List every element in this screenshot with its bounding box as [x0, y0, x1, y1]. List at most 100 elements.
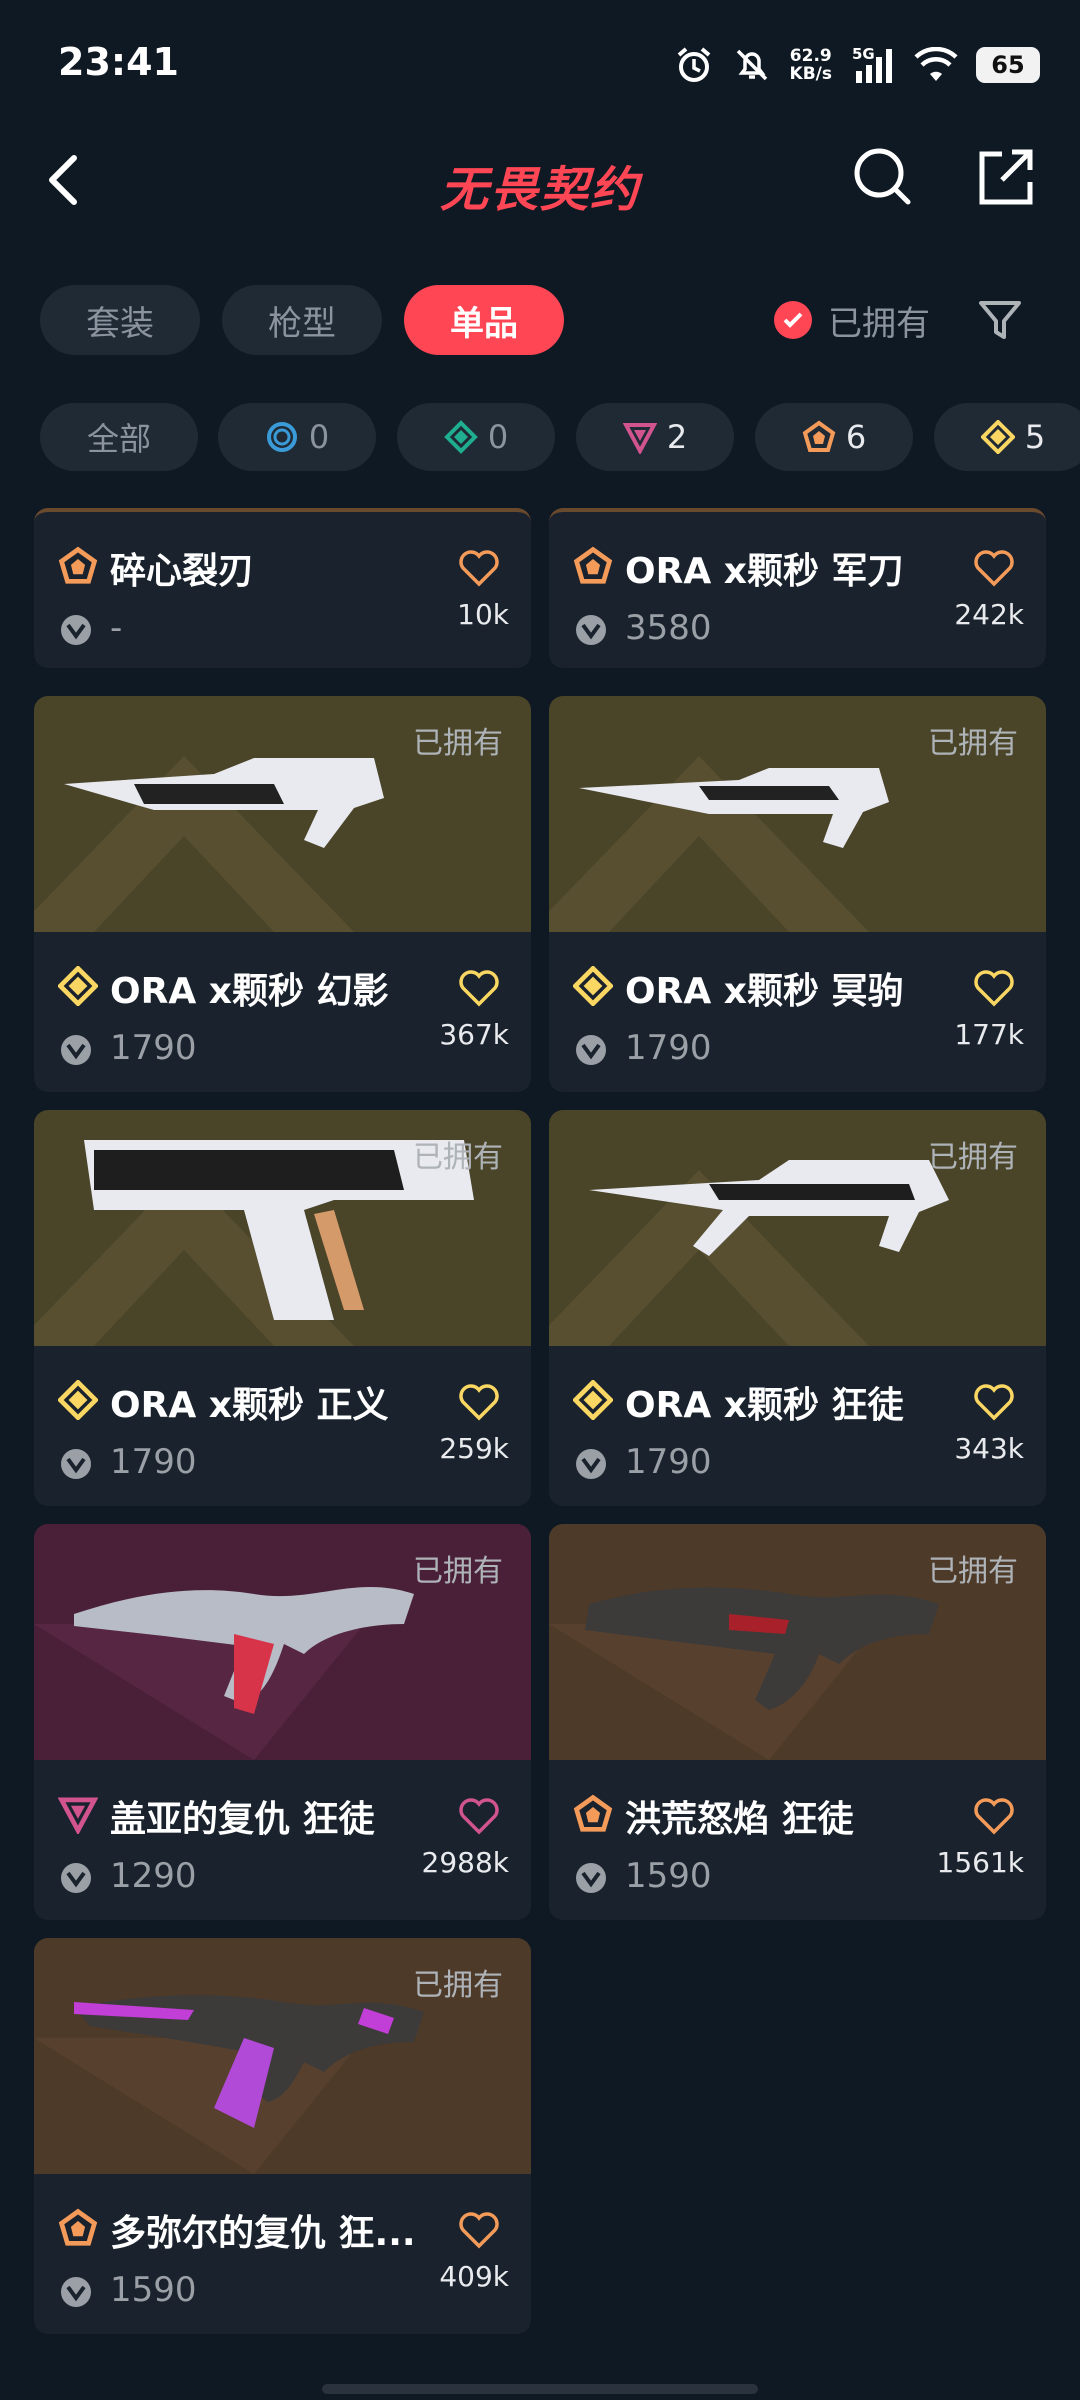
share-icon [979, 149, 1033, 205]
card-info: 多弥尔的复仇 狂... 1590 409k [34, 2174, 531, 2334]
chip-ultra-tier[interactable]: 5 [934, 403, 1080, 471]
heart-icon[interactable] [457, 2208, 501, 2252]
vp-currency-icon [576, 1863, 606, 1893]
like-count: 10k [457, 598, 509, 631]
exclusive-tier-icon [58, 2208, 98, 2246]
card-info: ORA x颗秒 冥驹 1790 177k [549, 932, 1046, 1092]
premium-tier-icon [58, 1797, 98, 1834]
chip-exclusive-tier[interactable]: 6 [755, 403, 913, 471]
app-logo-title: 无畏契约 [439, 162, 640, 218]
vp-currency-icon [61, 2277, 91, 2307]
heart-icon[interactable] [457, 546, 501, 590]
status-bar: 23:41 62.9 KB/s 5G 65 [0, 0, 1080, 130]
skin-card[interactable]: 已拥有 ORA x颗秒 狂徒 1790 343k [549, 1110, 1046, 1506]
tier-filter-chips: 全部 0 0 2 6 5 [40, 403, 1080, 471]
skin-name: ORA x颗秒 正义 [110, 1385, 389, 1426]
card-info: ORA x颗秒 狂徒 1790 343k [549, 1346, 1046, 1506]
heart-icon[interactable] [972, 966, 1016, 1010]
skin-image: 已拥有 [34, 1938, 531, 2174]
owned-badge: 已拥有 [413, 1968, 503, 2003]
like-count: 409k [439, 2260, 509, 2293]
like-count: 343k [954, 1432, 1024, 1465]
select-tier-icon [266, 422, 297, 452]
heart-icon[interactable] [972, 1380, 1016, 1424]
skin-price: 1790 [110, 1442, 197, 1482]
category-tabs: 套装 枪型 单品 已拥有 [40, 285, 1040, 355]
exclusive-tier-icon [573, 1794, 613, 1832]
vp-currency-icon [61, 615, 91, 645]
wifi-icon [914, 47, 958, 81]
skin-image: 已拥有 [34, 696, 531, 932]
heart-icon[interactable] [972, 546, 1016, 590]
skin-card[interactable]: 已拥有 盖亚的复仇 狂徒 1290 2988k [34, 1524, 531, 1920]
owned-filter-toggle[interactable]: 已拥有 [774, 285, 930, 355]
battery-indicator: 65 [976, 47, 1040, 83]
tab-weapon-type[interactable]: 枪型 [222, 285, 382, 355]
vp-currency-icon [576, 1035, 606, 1065]
exclusive-tier-icon [802, 420, 836, 452]
vp-currency-icon [576, 615, 606, 645]
like-count: 1561k [936, 1846, 1024, 1879]
checkmark-icon [774, 301, 812, 339]
share-button[interactable] [972, 144, 1038, 210]
skin-card[interactable]: ORA x颗秒 军刀 3580 242k [549, 508, 1046, 668]
heart-icon[interactable] [457, 1794, 501, 1838]
skin-name: 多弥尔的复仇 狂... [110, 2213, 416, 2254]
premium-tier-icon [622, 423, 657, 454]
skin-card[interactable]: 碎心裂刃 - 10k [34, 508, 531, 668]
skin-name: 盖亚的复仇 狂徒 [110, 1799, 375, 1840]
skin-image: 已拥有 [549, 1524, 1046, 1760]
skin-name: ORA x颗秒 幻影 [110, 971, 389, 1012]
skin-name: ORA x颗秒 冥驹 [625, 971, 904, 1012]
svg-text:5G: 5G [852, 45, 875, 63]
skin-name: ORA x颗秒 狂徒 [625, 1385, 904, 1426]
search-icon [854, 148, 911, 205]
chip-premium-tier[interactable]: 2 [576, 403, 734, 471]
skin-card[interactable]: 已拥有 ORA x颗秒 正义 1790 259k [34, 1110, 531, 1506]
vp-currency-icon [61, 1863, 91, 1893]
chip-deluxe-tier[interactable]: 0 [397, 403, 555, 471]
skin-name: 碎心裂刃 [110, 551, 255, 592]
heart-icon[interactable] [972, 1794, 1016, 1838]
home-indicator[interactable] [322, 2384, 758, 2394]
card-info: ORA x颗秒 正义 1790 259k [34, 1346, 531, 1506]
heart-icon[interactable] [457, 966, 501, 1010]
chip-label: 全部 [86, 420, 151, 458]
chip-select-tier[interactable]: 0 [218, 403, 376, 471]
skin-card[interactable]: 已拥有 ORA x颗秒 幻影 1790 367k [34, 696, 531, 1092]
chip-all[interactable]: 全部 [40, 403, 198, 471]
tab-set[interactable]: 套装 [40, 285, 200, 355]
skin-image: 已拥有 [34, 1524, 531, 1760]
tab-single-item[interactable]: 单品 [404, 285, 564, 355]
exclusive-tier-icon [573, 546, 613, 584]
like-count: 177k [954, 1018, 1024, 1051]
filter-button[interactable] [975, 295, 1025, 345]
skin-price: 1790 [625, 1028, 712, 1068]
skin-image: 已拥有 [549, 696, 1046, 932]
signal-icon: 5G [852, 45, 892, 83]
skin-price: 1790 [110, 1028, 197, 1068]
ultra-tier-icon [58, 1380, 98, 1420]
heart-icon[interactable] [457, 1380, 501, 1424]
net-speed: 62.9 KB/s [789, 46, 832, 84]
exclusive-tier-icon [58, 546, 98, 584]
card-info: 碎心裂刃 - 10k [34, 512, 531, 668]
owned-badge: 已拥有 [413, 1554, 503, 1589]
skin-image: 已拥有 [34, 1110, 531, 1346]
skin-card[interactable]: 已拥有 洪荒怒焰 狂徒 1590 1561k [549, 1524, 1046, 1920]
like-count: 242k [954, 598, 1024, 631]
skin-price: 1590 [625, 1856, 712, 1896]
card-info: ORA x颗秒 军刀 3580 242k [549, 512, 1046, 668]
owned-filter-label: 已拥有 [828, 303, 930, 344]
like-count: 367k [439, 1018, 509, 1051]
ultra-tier-icon [573, 1380, 613, 1420]
search-button[interactable] [850, 144, 916, 210]
skin-price: 1290 [110, 1856, 197, 1896]
skin-card[interactable]: 已拥有 ORA x颗秒 冥驹 1790 177k [549, 696, 1046, 1092]
skin-card[interactable]: 已拥有 多弥尔的复仇 狂... 1590 409k [34, 1938, 531, 2334]
mute-bell-icon [736, 49, 767, 81]
skin-price: 1790 [625, 1442, 712, 1482]
funnel-icon [979, 301, 1021, 339]
owned-badge: 已拥有 [928, 1140, 1018, 1175]
vp-currency-icon [61, 1035, 91, 1065]
